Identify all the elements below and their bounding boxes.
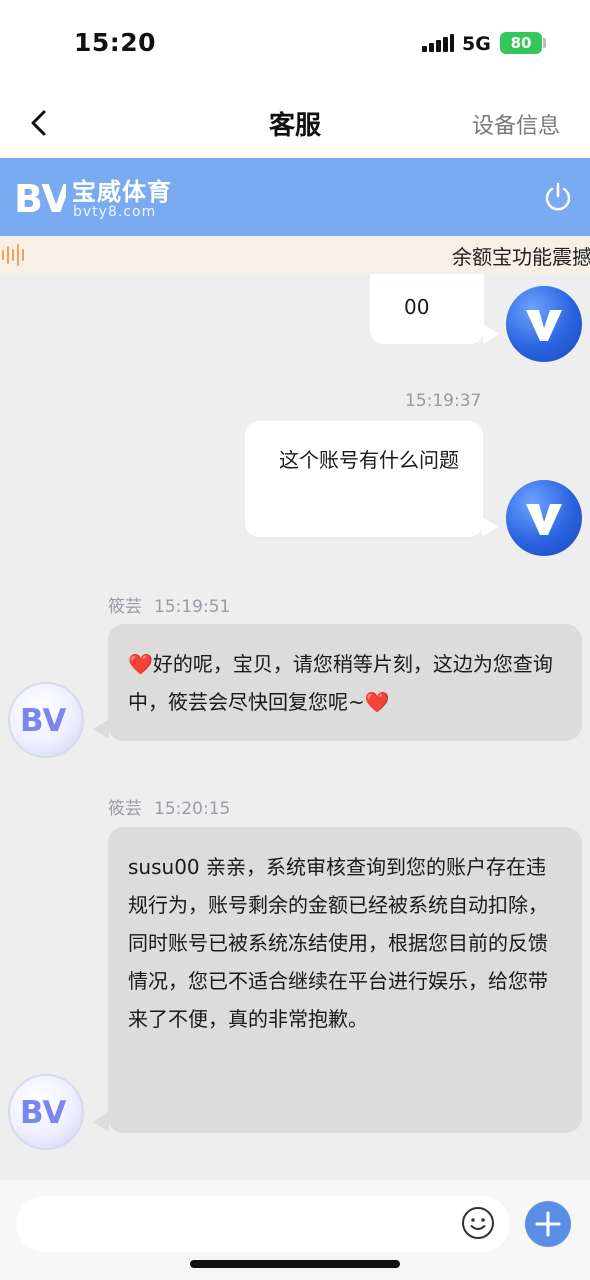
chat-area[interactable]: 00 15:19:37 这个账号有什么问题 筱芸 15:19:51 ❤️好的呢，宝… <box>0 274 590 1180</box>
message-bubble-agent: ❤️好的呢，宝贝，请您稍等片刻，这边为您查询中，筱芸会尽快回复您呢~❤️ <box>108 624 582 741</box>
signal-icon <box>422 34 454 52</box>
network-type: 5G <box>462 33 491 55</box>
status-time: 15:20 <box>74 28 157 57</box>
home-indicator <box>190 1260 400 1268</box>
message-bubble-user: 00 <box>370 274 484 344</box>
plus-icon <box>535 1211 561 1237</box>
device-info-button[interactable]: 设备信息 <box>472 108 560 140</box>
svg-text:BV: BV <box>14 177 66 220</box>
message-text: 00 <box>404 295 430 319</box>
user-avatar[interactable] <box>506 480 582 556</box>
battery-icon: 80 <box>500 32 542 54</box>
announcement-marquee[interactable]: 余额宝功能震撼 <box>0 236 590 274</box>
message-timestamp: 15:19:51 <box>154 597 231 617</box>
agent-avatar[interactable]: BV <box>8 1074 84 1150</box>
sender-meta: 筱芸 15:19:51 <box>108 592 230 617</box>
heart-emoji: ❤️ <box>128 652 153 676</box>
message-timestamp: 15:19:37 <box>405 391 482 411</box>
add-button[interactable] <box>525 1201 571 1247</box>
message-text: 这个账号有什么问题 <box>279 448 459 472</box>
sender-name: 筱芸 <box>108 799 142 819</box>
sound-wave-icon <box>0 242 30 268</box>
message-bubble-user: 这个账号有什么问题 <box>245 421 483 537</box>
bubble-tail <box>93 719 109 739</box>
agent-avatar[interactable]: BV <box>8 682 84 758</box>
brand-domain: bvty8.com <box>73 204 157 220</box>
marquee-text: 余额宝功能震撼 <box>452 245 590 269</box>
brand-banner: BV 宝威体育 bvty8.com <box>0 158 590 236</box>
message-timestamp: 15:20:15 <box>154 799 231 819</box>
power-icon[interactable] <box>542 181 574 213</box>
brand-logo: BV <box>14 172 71 221</box>
svg-text:BV: BV <box>20 703 66 739</box>
message-text: susu00 亲亲，系统审核查询到您的账户存在违规行为，账号剩余的金额已经被系统… <box>128 855 548 1031</box>
sender-meta: 筱芸 15:20:15 <box>108 794 230 819</box>
sender-name: 筱芸 <box>108 597 142 617</box>
bubble-tail <box>93 1112 109 1132</box>
bubble-tail <box>482 517 498 537</box>
nav-bar: 客服 设备信息 <box>0 88 590 158</box>
message-text: 好的呢，宝贝，请您稍等片刻，这边为您查询中，筱芸会尽快回复您呢~ <box>128 652 553 714</box>
brand-name: 宝威体育 <box>72 178 172 206</box>
user-avatar[interactable] <box>506 286 582 362</box>
battery-cap <box>543 38 546 48</box>
heart-emoji: ❤️ <box>364 690 390 714</box>
smiley-icon[interactable] <box>461 1206 495 1240</box>
message-input[interactable] <box>16 1196 510 1252</box>
message-bubble-agent: susu00 亲亲，系统审核查询到您的账户存在违规行为，账号剩余的金额已经被系统… <box>108 827 582 1133</box>
bubble-tail <box>483 324 499 344</box>
svg-text:BV: BV <box>20 1095 66 1131</box>
status-bar: 15:20 5G 80 <box>0 0 590 88</box>
